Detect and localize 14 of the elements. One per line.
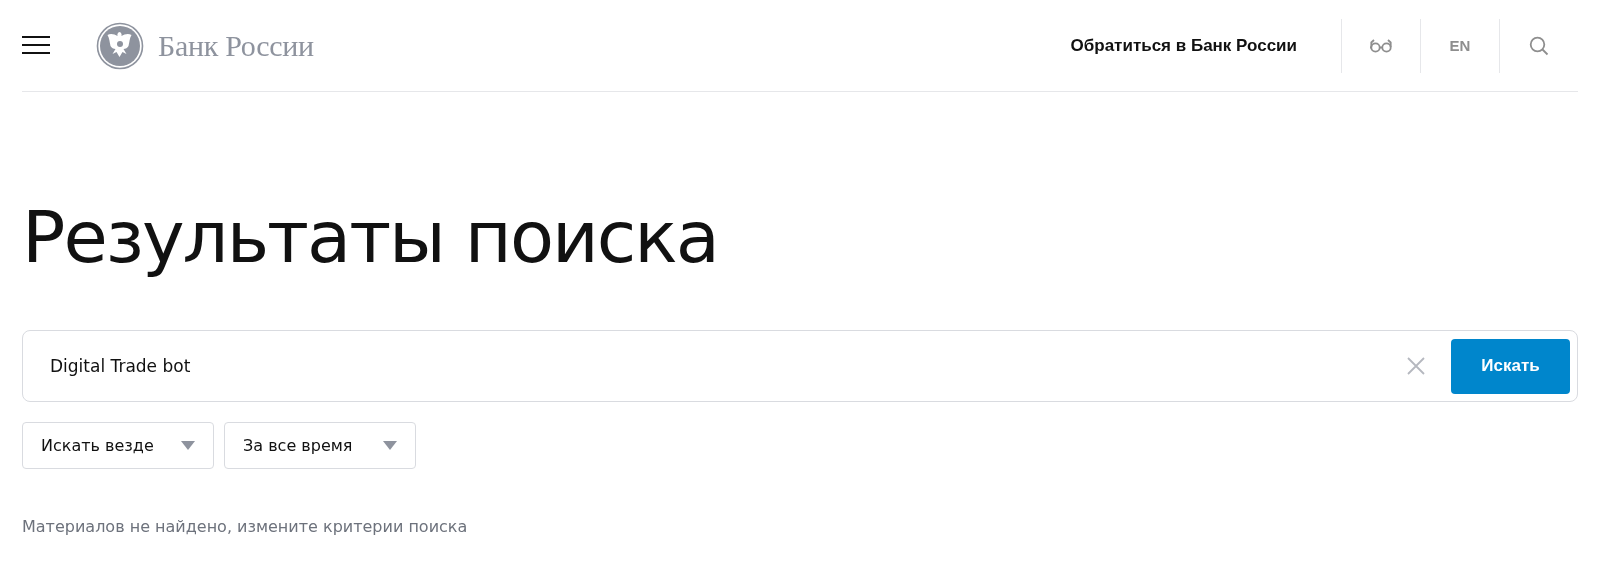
search-field[interactable]: Digital Trade bot Искать — [22, 330, 1578, 402]
emblem-icon — [96, 21, 144, 70]
page-title: Результаты поиска — [22, 194, 719, 281]
glasses-icon[interactable] — [1370, 38, 1392, 53]
menu-icon[interactable] — [22, 34, 50, 55]
search-button[interactable]: Искать — [1451, 338, 1570, 394]
filter-dropdown[interactable]: Искать везде — [22, 422, 214, 469]
empty-message: Материалов не найдено, измените критерии поиска — [22, 517, 469, 536]
caret-icon — [181, 441, 195, 450]
search-icon[interactable] — [1529, 35, 1549, 56]
caret-icon — [383, 441, 397, 450]
filter-dropdown[interactable]: За все время — [224, 422, 416, 469]
close-icon[interactable] — [1407, 357, 1425, 375]
contact-link[interactable]: Обратиться в Банк России — [1070, 35, 1297, 56]
